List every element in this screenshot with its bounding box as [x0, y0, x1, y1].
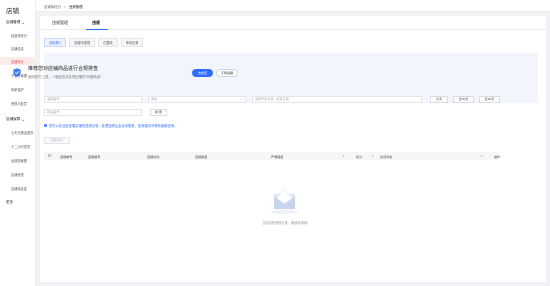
quick-range-90d[interactable]: 近90天 — [479, 96, 500, 103]
column-header: 严重程度 — [271, 154, 284, 159]
sidebar-item-twelve-hour-ship[interactable]: 十二小时发货 — [11, 144, 30, 149]
violation-id-input[interactable]: 违规编号 — [44, 96, 142, 103]
tab-bar: 违规管理 违规 — [40, 16, 546, 30]
violation-type-select[interactable]: 类型 ⌄ — [148, 96, 246, 103]
subtab-in-progress[interactable]: 处理中违规 — [69, 38, 96, 47]
sidebar-item-store-rating[interactable]: 店铺评分 — [11, 59, 24, 64]
nav-group-label: 店铺管理 — [6, 20, 21, 24]
column-header: 扣分 — [356, 154, 363, 159]
date-range-placeholder: 违规开始日期 - 结束日期 — [255, 97, 289, 101]
sidebar: 店铺 店铺管理 ▴ 经营体检分 店铺信息 店铺评分 子账号管理 商家保护 违规与… — [0, 0, 36, 286]
tab-violations[interactable]: 违规 — [92, 20, 100, 26]
banner-subtitle: 使用官方工具，一键检查并处理近期的“问题商品” — [28, 75, 102, 79]
empty-state-text: 当前没有违规记录，继续保持哦! — [262, 221, 308, 225]
quick-range-30d[interactable]: 近30天 — [453, 96, 474, 103]
top-bar: 店铺体检分 > 违规管理 — [36, 0, 550, 12]
banner-title: 推荐您对店铺商品进行合规排查 — [28, 66, 99, 72]
active-tab-underline — [86, 28, 108, 30]
sort-icon[interactable]: ▾ — [372, 154, 374, 158]
breadcrumb: 店铺体检分 > 违规管理 — [44, 4, 83, 10]
chevron-down-icon: ⌄ — [239, 97, 242, 101]
chevron-up-icon: ▴ — [22, 20, 24, 25]
violation-type-placeholder: 类型 — [151, 97, 158, 101]
sidebar-item-qualifications[interactable]: 店铺资质 — [11, 172, 24, 177]
check-now-button[interactable]: 去检查 — [192, 69, 213, 77]
sidebar-item-seven-day-return[interactable]: 七天无理由退货 — [11, 130, 33, 135]
sidebar-more[interactable]: 更多 — [6, 200, 13, 205]
nav-group-store-guarantee[interactable]: 店铺保障 ▴ — [6, 117, 24, 122]
breadcrumb-parent[interactable]: 店铺体检分 — [44, 4, 61, 9]
filter-icon[interactable]: ▾ — [481, 154, 483, 158]
quick-range-today[interactable]: 今天 — [430, 96, 448, 103]
tab-violation-management[interactable]: 违规管理 — [52, 20, 68, 26]
product-id-input[interactable]: 商品编号 — [44, 109, 142, 116]
sidebar-item-merchant-protection[interactable]: 商家保护 — [11, 87, 24, 92]
breadcrumb-separator: > — [63, 4, 66, 9]
shield-check-icon — [13, 68, 21, 77]
nav-group-store-management[interactable]: 店铺管理 ▴ — [6, 20, 24, 25]
sort-icon[interactable]: ▾ — [343, 154, 345, 158]
column-header: 违规类型 — [195, 154, 208, 159]
subtab-pending[interactable]: 待处理 0 — [44, 38, 67, 47]
column-header: 违规编号 — [88, 154, 101, 159]
info-notice: i 您可以在此处查看店铺的违规记录，处理违规后会自动更新，如有疑问可联系客服咨询… — [44, 123, 177, 128]
subtab-rectified[interactable]: 已整改 — [98, 38, 118, 47]
dismiss-reminder-button[interactable]: 不再提醒 — [216, 69, 238, 77]
subtab-appeals[interactable]: 申诉记录 — [120, 38, 144, 47]
chevron-up-icon: ▴ — [22, 117, 24, 122]
sidebar-item-deposit[interactable]: 店铺保证金 — [11, 186, 27, 191]
product-id-placeholder: 商品编号 — [47, 110, 60, 114]
nav-group-label: 店铺保障 — [6, 117, 21, 121]
select-all-checkbox[interactable] — [48, 154, 52, 158]
column-header: 违规时间 — [147, 154, 160, 159]
sidebar-item-store-info[interactable]: 店铺信息 — [11, 46, 24, 51]
bulk-appeal-button[interactable]: 批量申诉 — [44, 137, 70, 144]
empty-inbox-icon — [270, 188, 299, 214]
column-header: 处罚状态 — [380, 154, 393, 159]
notice-text: 您可以在此处查看店铺的违规记录，处理违规后会自动更新，如有疑问可联系客服咨询。 — [48, 124, 178, 128]
sidebar-item-freight-insurance[interactable]: 运费险管理 — [11, 158, 27, 163]
column-header: 操作 — [494, 154, 501, 159]
violation-id-placeholder: 违规编号 — [47, 97, 60, 101]
breadcrumb-current: 违规管理 — [68, 5, 83, 9]
date-range-picker[interactable]: 违规开始日期 - 结束日期 — [252, 96, 422, 103]
sidebar-item-health-score[interactable]: 经营体检分 — [11, 33, 27, 38]
main-content: 违规管理 违规 待处理 0 处理中违规 已整改 申诉记录 — [40, 16, 546, 282]
status-subtabs: 待处理 0 处理中违规 已整改 申诉记录 — [44, 38, 144, 47]
app-logo: 店铺 — [6, 8, 19, 15]
sidebar-item-violations[interactable]: 违规与处罚 — [11, 101, 27, 106]
search-button[interactable]: 搜 索 — [150, 109, 167, 116]
info-icon: i — [44, 123, 48, 128]
column-header: 违规单号 — [60, 154, 73, 159]
